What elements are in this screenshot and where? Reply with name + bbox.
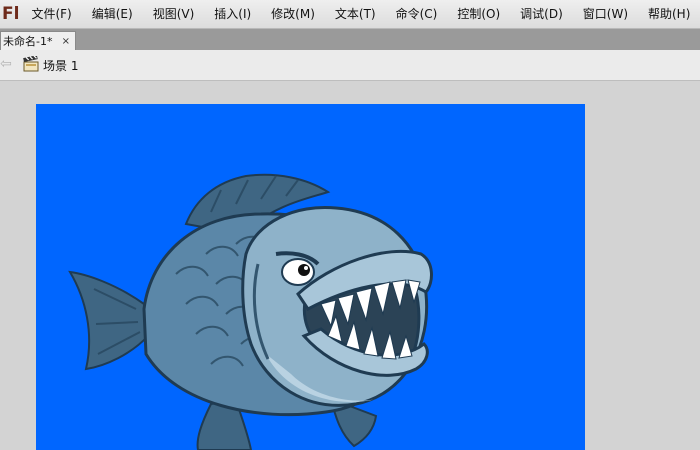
menu-control[interactable]: 控制(O) (447, 0, 510, 28)
menu-insert[interactable]: 插入(I) (204, 0, 261, 28)
menu-commands[interactable]: 命令(C) (386, 0, 448, 28)
menu-file[interactable]: 文件(F) (19, 0, 81, 28)
menu-text[interactable]: 文本(T) (325, 0, 386, 28)
stage-canvas (36, 104, 585, 450)
stage[interactable] (36, 104, 585, 450)
menu-window[interactable]: 窗口(W) (573, 0, 638, 28)
menu-bar: Fl 文件(F) 编辑(E) 视图(V) 插入(I) 修改(M) 文本(T) 命… (0, 0, 700, 29)
close-icon[interactable]: × (62, 32, 70, 51)
document-tab-title: 未命名-1* (3, 35, 53, 48)
menu-view[interactable]: 视图(V) (143, 0, 205, 28)
menu-edit[interactable]: 编辑(E) (82, 0, 143, 28)
document-tab[interactable]: 未命名-1* × (0, 31, 76, 50)
menu-help[interactable]: 帮助(H) (638, 0, 700, 28)
edit-bar: ⇦ 场景 1 (0, 50, 700, 81)
back-arrow-icon[interactable]: ⇦ (0, 56, 12, 72)
document-tab-bar: 未命名-1* × (0, 29, 700, 50)
flash-logo: Fl (2, 4, 20, 24)
menu-modify[interactable]: 修改(M) (261, 0, 325, 28)
menu-debug[interactable]: 调试(D) (510, 0, 573, 28)
scene-label[interactable]: 场景 1 (43, 57, 78, 74)
work-area (0, 81, 700, 450)
clapperboard-icon[interactable] (23, 56, 39, 72)
